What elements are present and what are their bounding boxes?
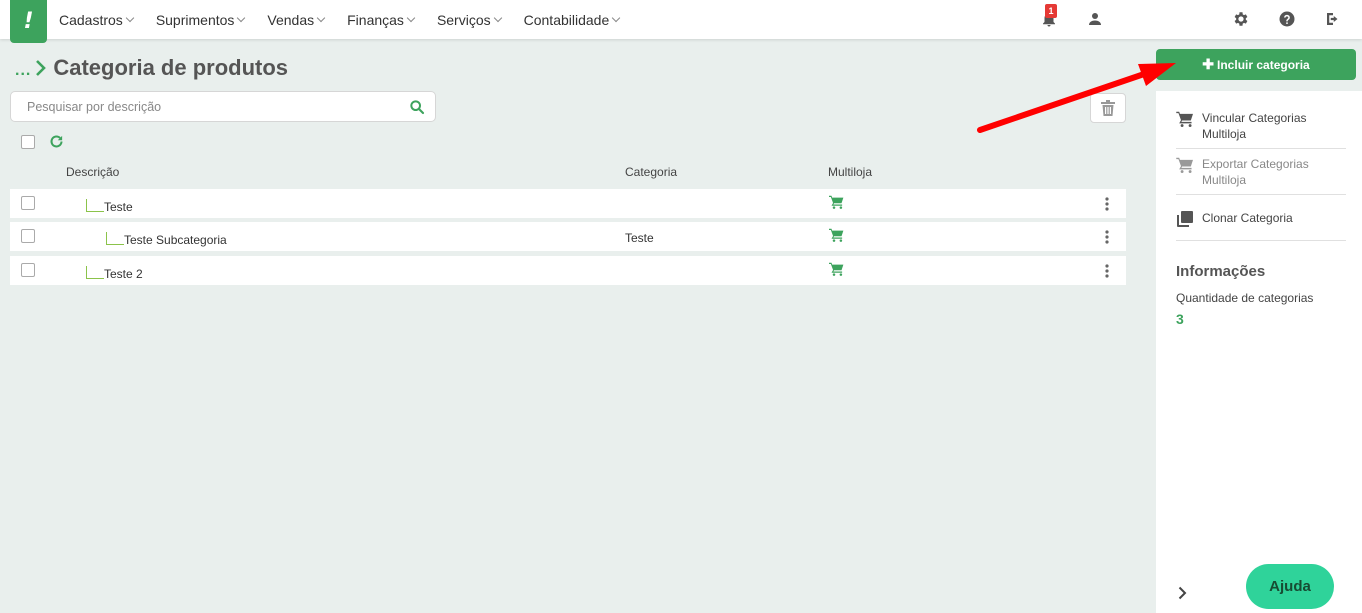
menu-vendas[interactable]: Vendas — [267, 11, 326, 28]
search-box — [10, 91, 436, 122]
chevron-right-icon[interactable] — [1178, 586, 1187, 600]
more-vertical-icon[interactable] — [1105, 197, 1109, 211]
select-all-checkbox[interactable] — [21, 135, 35, 149]
chevron-right-icon — [36, 60, 47, 76]
row-description: Teste 2 — [104, 267, 143, 281]
table-row[interactable]: Teste 2 — [10, 256, 1126, 285]
logout-icon[interactable] — [1324, 10, 1342, 28]
menu-label: Contabilidade — [523, 11, 610, 28]
divider — [1176, 194, 1346, 195]
plus-icon: ✚ — [1202, 56, 1215, 72]
menu-label: Finanças — [347, 11, 404, 28]
category-count-label: Quantidade de categorias — [1176, 291, 1314, 305]
delete-button[interactable] — [1090, 93, 1126, 123]
chevron-down-icon — [406, 13, 416, 23]
add-category-label: Incluir categoria — [1217, 57, 1310, 72]
menu-servicos[interactable]: Serviços — [436, 11, 502, 28]
table-row[interactable]: Teste — [10, 189, 1126, 218]
menu-cadastros[interactable]: Cadastros — [59, 11, 135, 28]
trash-icon — [1101, 100, 1115, 116]
divider — [1176, 148, 1346, 149]
help-button[interactable]: Ajuda — [1246, 564, 1334, 609]
cart-icon — [829, 262, 844, 276]
main-menu: Cadastros Suprimentos Vendas Finanças Se… — [59, 0, 642, 39]
menu-suprimentos[interactable]: Suprimentos — [155, 11, 246, 28]
chevron-down-icon — [612, 13, 621, 23]
menu-label: Suprimentos — [155, 11, 235, 28]
breadcrumb: ... Categoria de produtos — [15, 55, 288, 81]
action-label: Exportar Categorias Multiloja — [1202, 157, 1309, 187]
cart-icon — [1176, 157, 1193, 173]
page-title: Categoria de produtos — [53, 55, 289, 80]
info-title: Informações — [1176, 263, 1266, 280]
table-row[interactable]: Teste Subcategoria Teste — [10, 222, 1126, 251]
refresh-icon[interactable] — [49, 134, 64, 149]
tree-connector — [106, 232, 124, 245]
add-category-button[interactable]: ✚ Incluir categoria — [1156, 49, 1356, 80]
cart-icon — [829, 195, 844, 209]
chevron-down-icon — [493, 13, 502, 23]
row-checkbox[interactable] — [21, 263, 35, 277]
chevron-down-icon — [125, 13, 135, 23]
action-label: Vincular Categorias Multiloja — [1202, 111, 1307, 141]
column-header-multistore[interactable]: Multiloja — [828, 165, 872, 179]
help-circle-icon[interactable] — [1278, 10, 1296, 28]
row-category: Teste — [625, 231, 654, 245]
notification-badge: 1 — [1045, 4, 1057, 18]
more-vertical-icon[interactable] — [1105, 264, 1109, 278]
menu-contabilidade[interactable]: Contabilidade — [523, 11, 621, 28]
chevron-down-icon — [316, 13, 326, 23]
cart-icon — [829, 228, 844, 242]
search-input[interactable] — [27, 92, 397, 121]
row-checkbox[interactable] — [21, 229, 35, 243]
category-count-value: 3 — [1176, 311, 1184, 327]
tree-connector — [86, 199, 104, 212]
breadcrumb-ellipsis[interactable]: ... — [15, 62, 31, 80]
link-multistore-categories-action[interactable]: Vincular Categorias Multiloja — [1176, 110, 1346, 142]
user-icon[interactable] — [1086, 10, 1104, 28]
chevron-down-icon — [237, 13, 246, 23]
menu-financas[interactable]: Finanças — [347, 11, 416, 28]
app-logo[interactable]: ! — [10, 0, 47, 43]
gear-icon[interactable] — [1232, 10, 1250, 28]
row-description: Teste — [104, 200, 133, 214]
side-panel: Vincular Categorias Multiloja Exportar C… — [1156, 91, 1362, 613]
row-description: Teste Subcategoria — [124, 233, 227, 247]
divider — [1176, 240, 1346, 241]
clone-category-action[interactable]: Clonar Categoria — [1176, 210, 1346, 227]
copy-icon — [1177, 211, 1193, 227]
column-header-category[interactable]: Categoria — [625, 165, 677, 179]
top-bar: ! Cadastros Suprimentos Vendas Finanças … — [0, 0, 1362, 43]
column-header-description[interactable]: Descrição — [66, 165, 119, 179]
action-label: Clonar Categoria — [1202, 211, 1293, 225]
more-vertical-icon[interactable] — [1105, 230, 1109, 244]
export-multistore-categories-action[interactable]: Exportar Categorias Multiloja — [1176, 156, 1346, 188]
row-checkbox[interactable] — [21, 196, 35, 210]
menu-label: Serviços — [436, 11, 491, 28]
menu-label: Cadastros — [59, 11, 123, 28]
search-icon[interactable] — [409, 99, 425, 115]
tree-connector — [86, 266, 104, 279]
menu-label: Vendas — [267, 11, 315, 28]
cart-icon — [1176, 111, 1193, 127]
